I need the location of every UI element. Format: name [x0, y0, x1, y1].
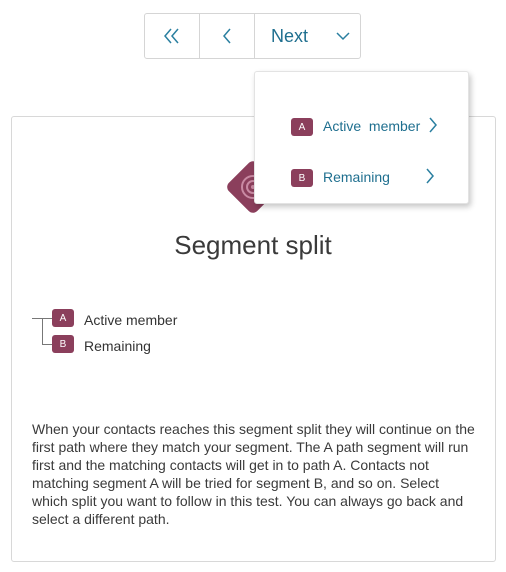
next-label: Next [270, 25, 308, 46]
dropdown-label-a: Active member [323, 118, 421, 134]
page: Next Segment split A Active member B Rem… [0, 0, 506, 572]
first-button[interactable] [145, 14, 200, 58]
previous-button[interactable] [200, 14, 255, 58]
segment-badge-a: A [52, 309, 74, 327]
segment-label-b: Remaining [84, 338, 151, 354]
description-text: When your contacts reaches this segment … [32, 421, 475, 527]
dropdown-label-b: Remaining [323, 169, 390, 185]
dropdown-item-a[interactable]: A Active member [255, 107, 468, 147]
dropdown-badge-b: B [291, 169, 313, 187]
double-chevron-left-icon [164, 28, 179, 44]
path-dropdown-menu: A Active member B Remaining [254, 71, 469, 204]
chevron-down-icon [336, 32, 350, 41]
dropdown-item-b[interactable]: B Remaining [255, 158, 468, 198]
dropdown-badge-a: A [291, 118, 313, 136]
tree-connector-b [42, 344, 52, 345]
tree-connector [42, 318, 43, 344]
page-title: Segment split [174, 230, 332, 260]
tree-connector-a [32, 318, 52, 319]
chevron-left-icon [223, 28, 231, 44]
segment-label-a: Active member [84, 312, 178, 328]
path-navigation: Next [144, 13, 361, 59]
next-dropdown-button[interactable]: Next [255, 14, 360, 58]
chevron-right-icon [429, 117, 437, 133]
segment-badge-b: B [52, 335, 74, 353]
chevron-right-icon [426, 168, 434, 184]
